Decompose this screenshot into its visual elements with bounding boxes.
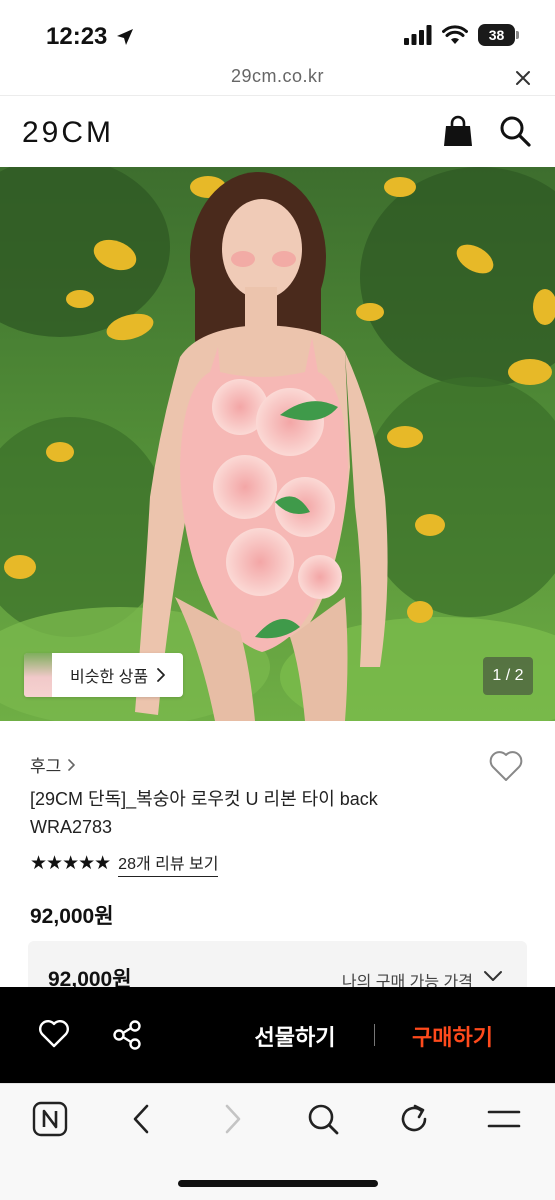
close-icon[interactable] xyxy=(511,66,535,90)
review-link[interactable]: 28개 리뷰 보기 xyxy=(118,850,219,877)
heart-icon[interactable] xyxy=(488,749,524,783)
url-text[interactable]: 29cm.co.kr xyxy=(0,66,555,87)
purchase-action-bar: 선물하기 구매하기 xyxy=(0,987,555,1083)
url-bar[interactable]: 29cm.co.kr xyxy=(0,60,555,96)
naver-icon[interactable] xyxy=(32,1101,68,1137)
brand-link[interactable]: 후그 xyxy=(30,752,76,777)
chevron-down-icon xyxy=(484,971,502,981)
action-divider xyxy=(374,1024,375,1046)
battery-level: 38 xyxy=(488,27,505,43)
star-icon: ★★★★★ xyxy=(30,853,111,874)
similar-products-thumbnail xyxy=(24,653,52,697)
buy-button[interactable]: 구매하기 xyxy=(390,1020,515,1052)
search-icon[interactable] xyxy=(498,114,532,148)
status-indicators: 38 xyxy=(404,24,519,46)
rating-row: ★★★★★ 28개 리뷰 보기 xyxy=(30,850,219,877)
share-icon[interactable] xyxy=(112,1019,142,1051)
forward-icon xyxy=(225,1104,241,1134)
search-icon[interactable] xyxy=(305,1101,341,1137)
status-time-group: 12:23 xyxy=(46,22,135,52)
chevron-right-icon xyxy=(157,668,165,682)
site-logo[interactable]: 29CM xyxy=(22,116,114,150)
refresh-icon[interactable] xyxy=(396,1101,432,1137)
status-bar: 12:23 38 xyxy=(0,0,555,66)
similar-products-label: 비슷한 상품 xyxy=(70,669,149,686)
signal-icon xyxy=(404,25,432,45)
site-header: 29CM xyxy=(0,96,555,168)
home-indicator[interactable] xyxy=(178,1180,378,1187)
gift-button[interactable]: 선물하기 xyxy=(230,1020,360,1052)
product-photo xyxy=(0,167,555,721)
battery-icon: 38 xyxy=(478,24,519,46)
chevron-right-icon xyxy=(68,758,76,771)
back-icon[interactable] xyxy=(124,1101,160,1137)
heart-icon[interactable] xyxy=(38,1019,70,1049)
navigation-arrow-icon xyxy=(117,29,134,45)
menu-icon[interactable] xyxy=(486,1101,522,1137)
shopping-bag-icon[interactable] xyxy=(441,114,475,148)
brand-name: 후그 xyxy=(30,757,62,776)
gallery-pager: 1 / 2 xyxy=(483,657,533,695)
status-time: 12:23 xyxy=(46,23,108,50)
product-image-gallery[interactable]: 비슷한 상품 1 / 2 xyxy=(0,167,555,721)
wifi-icon xyxy=(442,25,468,44)
similar-products-button[interactable]: 비슷한 상품 xyxy=(24,653,183,697)
product-title: [29CM 단독]_복숭아 로우컷 U 리본 타이 back WRA2783 xyxy=(30,789,378,837)
product-price: 92,000원 xyxy=(30,905,114,928)
